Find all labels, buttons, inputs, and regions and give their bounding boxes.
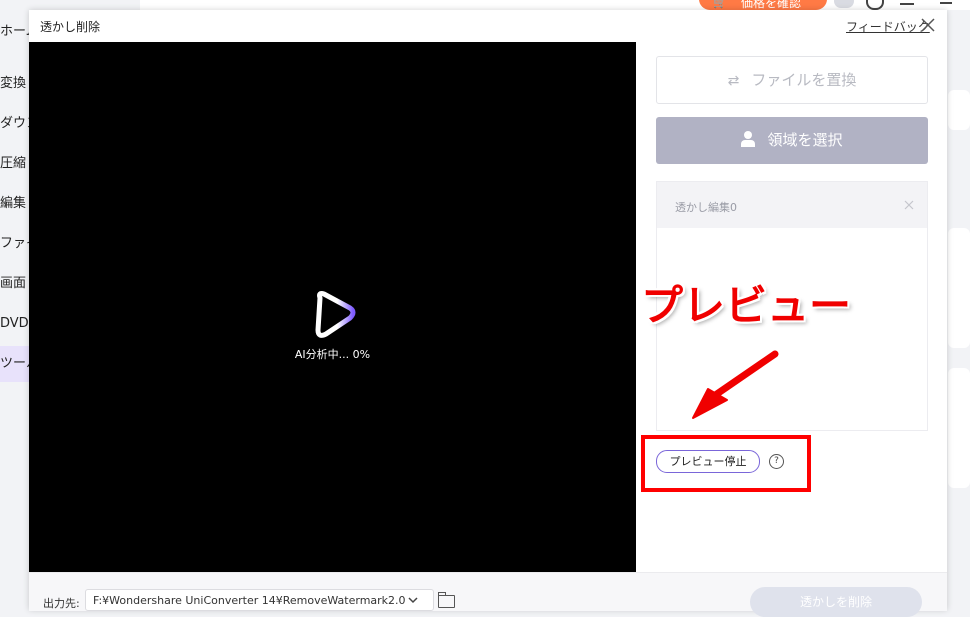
sidebar-item-home[interactable]: ホーム [0,14,30,50]
clear-icon[interactable] [904,200,914,210]
select-region-label: 領域を選択 [767,131,843,149]
analyzing-progress-text: AI分析中... 0% [294,348,371,361]
dialog-footer: 出力先: F:¥Wondershare UniConverter 14¥Remo… [29,572,947,617]
annotation-arrow-icon [688,348,781,423]
remove-watermark-button[interactable]: 透かしを削除 [750,587,922,617]
background-card [948,228,970,348]
folder-icon[interactable] [438,592,455,608]
sidebar-item-dvd[interactable]: DVD [0,306,30,342]
sidebar-item-screen[interactable]: 画面 [0,266,30,302]
sidebar: ホーム 変換 ダウン 圧縮 編集 ファイ 画面 DVD ツール [0,0,30,603]
replace-file-button[interactable]: ⇄ ファイルを置換 [656,56,928,104]
sidebar-item-file[interactable]: ファイ [0,226,30,262]
background-card [948,368,970,488]
output-path-select[interactable]: F:¥Wondershare UniConverter 14¥RemoveWat… [85,589,434,611]
check-price-button[interactable]: 🛒 価格を確認 [699,0,827,10]
annotation-preview-text: プレビュー [641,281,852,330]
preview-stop-button[interactable]: プレビュー停止 [656,450,760,473]
watermark-edit-header: 透かし編集0 [657,182,927,228]
sidebar-item-convert[interactable]: 変換 [0,66,30,102]
sidebar-item-compress[interactable]: 圧縮 [0,146,30,182]
video-preview: AI分析中... 0% [29,42,636,572]
uniconverter-logo-icon [315,291,356,338]
swap-arrows-icon: ⇄ [727,73,740,89]
background-card [948,90,970,130]
select-region-button[interactable]: 領域を選択 [656,117,928,164]
sidebar-item-tools[interactable]: ツール [0,346,30,382]
feedback-link[interactable]: フィードバック [846,18,930,35]
watermark-remove-dialog: 透かし削除 フィードバック AI分析中... 0% ⇄ ファイルを置換 領域を選択… [29,10,947,617]
help-icon[interactable]: ? [769,454,784,469]
replace-file-label: ファイルを置換 [751,71,857,89]
sidebar-item-download[interactable]: ダウン [0,106,30,142]
output-label: 出力先: [43,597,80,610]
minimize-icon[interactable] [940,2,952,4]
dialog-title: 透かし削除 [40,20,101,34]
sidebar-item-edit[interactable]: 編集 [0,186,30,222]
chevron-down-icon[interactable] [405,593,421,607]
close-icon[interactable] [919,16,937,34]
watermark-edit-title: 透かし編集0 [675,201,737,214]
person-icon [741,131,756,147]
menu-icon[interactable] [900,0,914,8]
